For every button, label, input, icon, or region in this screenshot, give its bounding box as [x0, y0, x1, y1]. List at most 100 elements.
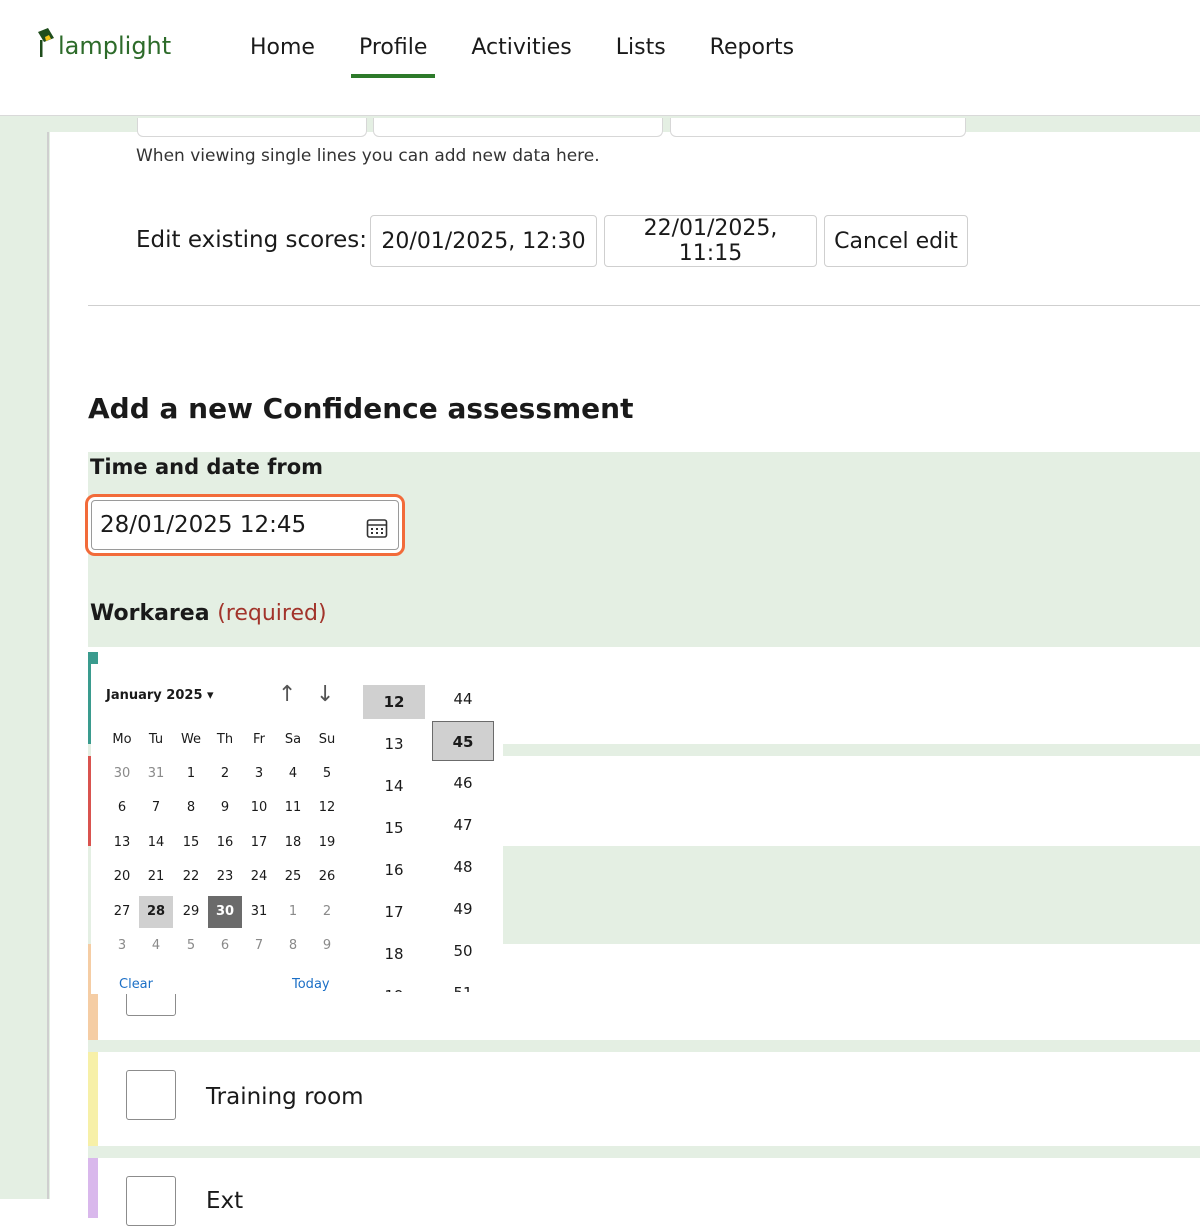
training-room-label: Training room [206, 1084, 364, 1110]
calendar-day[interactable]: 7 [139, 792, 173, 824]
hour-option[interactable]: 13 [363, 727, 425, 761]
calendar-day[interactable]: 10 [242, 792, 276, 824]
hour-option[interactable]: 12 [363, 685, 425, 719]
weekday-header: We [180, 732, 202, 747]
calendar-day[interactable]: 6 [208, 930, 242, 962]
row-separator [88, 1146, 1200, 1158]
minute-option[interactable]: 49 [432, 889, 494, 929]
previous-input-stub [137, 118, 367, 137]
previous-input-stub [670, 118, 966, 137]
weekday-header: Th [216, 732, 234, 747]
top-navigation-bar: lamplight Home Profile Activities Lists Repo… [0, 0, 1200, 116]
calendar-day[interactable]: 1 [174, 758, 208, 790]
minute-option[interactable]: 51 [432, 973, 494, 992]
date-field-label: Time and date from [90, 455, 324, 479]
calendar-day[interactable]: 29 [174, 896, 208, 928]
option-checkbox[interactable] [126, 1176, 176, 1226]
workarea-option-row[interactable]: Ext [88, 1158, 1200, 1226]
calendar-day[interactable]: 8 [174, 792, 208, 824]
weekday-header: Mo [112, 732, 132, 747]
calendar-day[interactable]: 5 [310, 758, 344, 790]
hour-option[interactable]: 17 [363, 895, 425, 929]
time-columns: 12 13 14 15 16 17 18 19 44454647484950 51 [359, 664, 503, 992]
calendar-day[interactable]: 31 [139, 758, 173, 790]
training-room-checkbox[interactable] [126, 1070, 176, 1120]
weekday-header: Fr [253, 732, 265, 747]
scores-help-text: When viewing single lines you can add ne… [136, 146, 600, 166]
calendar-day[interactable]: 24 [242, 861, 276, 893]
calendar-day[interactable]: 17 [242, 827, 276, 859]
cancel-edit-button[interactable]: Cancel edit [824, 215, 968, 267]
calendar-day[interactable]: 5 [174, 930, 208, 962]
hour-option[interactable]: 18 [363, 937, 425, 971]
nav-lists[interactable]: Lists [594, 30, 688, 78]
calendar-day[interactable]: 25 [276, 861, 310, 893]
edit-score-button-1[interactable]: 20/01/2025, 12:30 [370, 215, 597, 267]
nav-profile[interactable]: Profile [337, 30, 449, 78]
arrow-up-icon[interactable]: ↑ [278, 682, 296, 707]
calendar-day[interactable]: 31 [242, 896, 276, 928]
hour-option[interactable]: 15 [363, 811, 425, 845]
calendar-day[interactable]: 19 [310, 827, 344, 859]
calendar-day[interactable]: 30 [105, 758, 139, 790]
calendar-day[interactable]: 15 [174, 827, 208, 859]
nav-activities[interactable]: Activities [449, 30, 593, 78]
calendar-day[interactable]: 16 [208, 827, 242, 859]
calendar-day[interactable]: 11 [276, 792, 310, 824]
calendar-day[interactable]: 2 [310, 896, 344, 928]
calendar-day[interactable]: 14 [139, 827, 173, 859]
calendar-day[interactable]: 3 [105, 930, 139, 962]
calendar-day[interactable]: 2 [208, 758, 242, 790]
minute-option[interactable]: 47 [432, 805, 494, 845]
calendar-day[interactable]: 30 [208, 895, 242, 928]
workarea-label-text: Workarea [90, 601, 210, 626]
calendar-day[interactable]: 7 [242, 930, 276, 962]
section-divider [88, 305, 1200, 306]
calendar-day[interactable]: 21 [139, 861, 173, 893]
workarea-option-row[interactable]: Training room [88, 1052, 1200, 1146]
calendar-day[interactable]: 3 [242, 758, 276, 790]
calendar-day[interactable]: 1 [276, 896, 310, 928]
minute-option[interactable]: 48 [432, 847, 494, 887]
today-link[interactable]: Today [292, 977, 330, 992]
calendar-day[interactable]: 9 [208, 792, 242, 824]
calendar-day[interactable]: 27 [105, 896, 139, 928]
calendar-day[interactable]: 23 [208, 861, 242, 893]
calendar-day[interactable]: 20 [105, 861, 139, 893]
calendar-day[interactable]: 28 [139, 895, 173, 928]
date-time-input[interactable]: 28/01/2025 12:45 [91, 500, 399, 550]
minute-option[interactable]: 45 [432, 721, 494, 761]
nav-reports[interactable]: Reports [688, 30, 816, 78]
calendar-day[interactable]: 8 [276, 930, 310, 962]
lamplight-logo[interactable]: lamplight [34, 28, 171, 58]
calendar-day[interactable]: 18 [276, 827, 310, 859]
previous-input-stub [373, 118, 663, 137]
calendar-day[interactable]: 13 [105, 827, 139, 859]
workarea-label: Workarea (required) [90, 601, 327, 626]
weekday-header: Sa [284, 732, 302, 747]
calendar-day[interactable]: 22 [174, 861, 208, 893]
minute-option[interactable]: 44 [432, 679, 494, 719]
hour-option[interactable]: 16 [363, 853, 425, 887]
calendar-day[interactable]: 4 [276, 758, 310, 790]
hour-option[interactable]: 19 [363, 979, 425, 992]
calendar-day[interactable]: 9 [310, 930, 344, 962]
calendar-day[interactable]: 4 [139, 930, 173, 962]
logo-text: lamplight [58, 32, 172, 60]
edit-score-button-2[interactable]: 22/01/2025, 11:15 [604, 215, 817, 267]
minute-option[interactable]: 50 [432, 931, 494, 971]
clear-link[interactable]: Clear [119, 977, 153, 992]
hour-option[interactable]: 14 [363, 769, 425, 803]
option-label: Ext [206, 1188, 244, 1214]
calendar-day[interactable]: 6 [105, 792, 139, 824]
calendar-day[interactable]: 26 [310, 861, 344, 893]
edit-scores-label: Edit existing scores: [136, 227, 368, 253]
calendar-day[interactable]: 12 [310, 792, 344, 824]
month-selector[interactable]: January 2025 ▾ [106, 688, 214, 703]
nav-home[interactable]: Home [228, 30, 337, 78]
weekday-header: Su [318, 732, 336, 747]
minute-option[interactable]: 46 [432, 763, 494, 803]
calendar-icon[interactable] [366, 517, 388, 539]
required-indicator: (required) [217, 601, 327, 626]
arrow-down-icon[interactable]: ↓ [316, 682, 334, 707]
